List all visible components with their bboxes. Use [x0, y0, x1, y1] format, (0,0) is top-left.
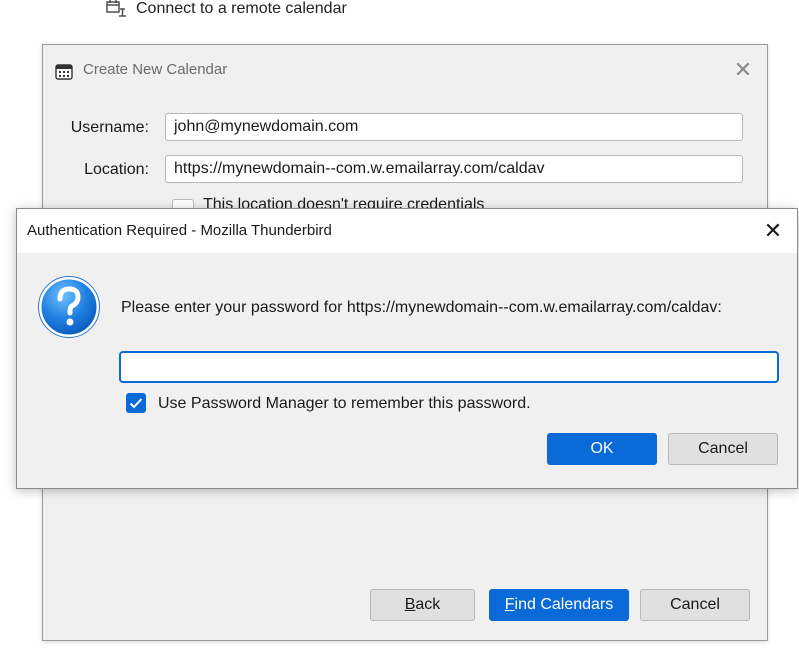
ok-button-label: OK: [590, 440, 614, 457]
cancel-button[interactable]: Cancel: [668, 433, 778, 465]
checkmark-icon: [129, 398, 143, 409]
username-field[interactable]: john@mynewdomain.com: [165, 113, 743, 141]
find-calendars-button[interactable]: Find Calendars: [489, 589, 629, 621]
underlying-window: Connect to a remote calendar: [0, 0, 799, 22]
back-button-label: Back: [404, 596, 441, 613]
cancel-button-label: Cancel: [670, 596, 720, 613]
close-icon[interactable]: ✕: [733, 59, 753, 81]
network-calendar-icon: [106, 0, 126, 18]
authentication-dialog: Authentication Required - Mozilla Thunde…: [16, 208, 798, 489]
remember-password-label: Use Password Manager to remember this pa…: [158, 395, 531, 412]
location-label: Location:: [84, 161, 149, 178]
authentication-titlebar: Authentication Required - Mozilla Thunde…: [17, 209, 797, 253]
cancel-button[interactable]: Cancel: [640, 589, 750, 621]
password-prompt-message: Please enter your password for https://m…: [121, 299, 722, 316]
password-field[interactable]: [119, 351, 779, 383]
connect-remote-calendar-label: Connect to a remote calendar: [136, 0, 347, 17]
cancel-button-label: Cancel: [698, 440, 748, 457]
create-calendar-titlebar: Create New Calendar ✕: [43, 45, 767, 99]
find-calendars-button-label: Find Calendars: [504, 596, 614, 613]
calendar-icon: [55, 63, 73, 81]
question-icon: [37, 275, 101, 339]
back-button[interactable]: Back: [370, 589, 475, 621]
no-credentials-label: This location doesn't require credential…: [203, 196, 485, 208]
remember-password-checkbox[interactable]: [126, 393, 146, 413]
ok-button[interactable]: OK: [547, 433, 657, 465]
authentication-title: Authentication Required - Mozilla Thunde…: [27, 222, 332, 239]
username-label: Username:: [70, 119, 149, 136]
location-field[interactable]: https://mynewdomain--com.w.emailarray.co…: [165, 155, 743, 183]
create-calendar-title: Create New Calendar: [83, 61, 228, 78]
connect-remote-calendar-option[interactable]: Connect to a remote calendar: [106, 0, 347, 21]
close-icon[interactable]: ✕: [762, 220, 784, 242]
